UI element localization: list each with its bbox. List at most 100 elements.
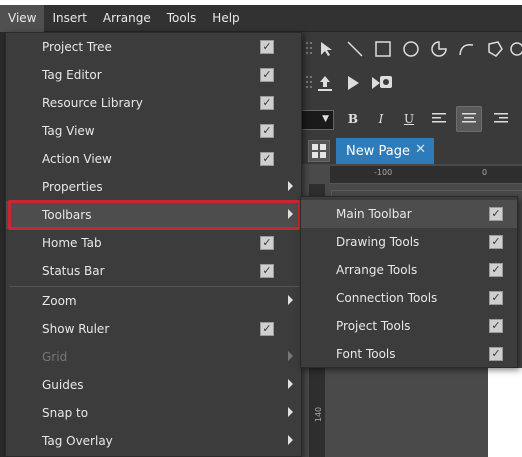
ruler-label: 140 — [314, 406, 324, 423]
circle-tool-icon[interactable] — [402, 40, 420, 58]
align-center-button[interactable] — [456, 106, 482, 132]
checkbox-checked-icon[interactable]: ✓ — [260, 236, 274, 250]
menu-item-label: Connection Tools — [336, 291, 438, 305]
menu-item-label: Project Tools — [336, 319, 411, 333]
submenu-item-main-toolbar[interactable]: Main Toolbar ✓ — [301, 200, 517, 228]
polygon-tool-icon[interactable] — [486, 40, 504, 58]
submenu-arrow-icon — [288, 407, 293, 417]
drawing-toolbar — [300, 32, 522, 66]
underline-button[interactable]: U — [396, 106, 422, 132]
bold-button[interactable]: B — [340, 106, 366, 132]
align-right-icon[interactable] — [492, 112, 508, 126]
align-left-icon[interactable] — [432, 112, 448, 126]
checkbox-checked-icon[interactable]: ✓ — [260, 264, 274, 278]
checkbox-checked-icon[interactable]: ✓ — [260, 68, 274, 82]
submenu-arrow-icon — [288, 435, 293, 445]
menu-item-label: Show Ruler — [42, 322, 110, 336]
menu-item-snap-to[interactable]: Snap to — [6, 399, 301, 427]
rectangle-tool-icon[interactable] — [374, 40, 392, 58]
checkbox-checked-icon[interactable]: ✓ — [260, 322, 274, 336]
horizontal-ruler: -100 0 — [330, 166, 522, 184]
menu-item-tag-view[interactable]: Tag View ✓ — [6, 117, 301, 145]
menu-item-home-tab[interactable]: Home Tab ✓ — [6, 229, 301, 257]
menu-item-label: Tag Overlay — [42, 434, 113, 448]
menu-insert[interactable]: Insert — [44, 5, 94, 32]
toolbars-submenu: Main Toolbar ✓ Drawing Tools ✓ Arrange T… — [300, 196, 518, 368]
menu-help[interactable]: Help — [204, 5, 247, 32]
font-color-picker[interactable]: ▼ — [300, 110, 334, 130]
run-remote-icon[interactable] — [370, 74, 394, 92]
submenu-item-project-tools[interactable]: Project Tools ✓ — [301, 312, 517, 340]
close-icon[interactable]: ✕ — [415, 142, 426, 157]
submenu-arrow-icon — [288, 379, 293, 389]
menu-item-tag-overlay[interactable]: Tag Overlay — [6, 427, 301, 455]
checkbox-checked-icon[interactable]: ✓ — [489, 235, 503, 249]
menu-item-label: Action View — [42, 152, 112, 166]
highlight-annotation-box — [8, 200, 301, 230]
menu-item-label: Arrange Tools — [336, 263, 418, 277]
menu-item-guides[interactable]: Guides — [6, 371, 301, 399]
checkbox-checked-icon[interactable]: ✓ — [489, 291, 503, 305]
checkbox-checked-icon[interactable]: ✓ — [260, 124, 274, 138]
arc-tool-icon[interactable] — [458, 40, 476, 58]
menu-item-label: Snap to — [42, 406, 89, 420]
page-canvas[interactable] — [488, 368, 522, 457]
menu-item-action-view[interactable]: Action View ✓ — [6, 145, 301, 173]
submenu-arrow-icon — [288, 351, 293, 361]
menu-item-label: Properties — [42, 180, 103, 194]
line-tool-icon[interactable] — [346, 40, 364, 58]
checkbox-checked-icon[interactable]: ✓ — [489, 207, 503, 221]
menu-item-zoom[interactable]: Zoom — [6, 287, 301, 315]
menu-item-properties[interactable]: Properties — [6, 173, 301, 201]
checkbox-checked-icon[interactable]: ✓ — [260, 152, 274, 166]
submenu-arrow-icon — [288, 295, 293, 305]
menu-item-project-tree[interactable]: Project Tree ✓ — [6, 33, 301, 61]
menu-item-label: Tag View — [42, 124, 95, 138]
menu-item-label: Font Tools — [336, 347, 396, 361]
checkbox-checked-icon[interactable]: ✓ — [489, 263, 503, 277]
menu-item-label: Home Tab — [42, 236, 102, 250]
checkbox-checked-icon[interactable]: ✓ — [489, 319, 503, 333]
pointer-icon[interactable] — [318, 40, 336, 58]
menu-tools[interactable]: Tools — [159, 5, 205, 32]
menu-item-show-ruler[interactable]: Show Ruler ✓ — [6, 315, 301, 343]
menu-item-tag-editor[interactable]: Tag Editor ✓ — [6, 61, 301, 89]
menu-item-label: Project Tree — [42, 40, 112, 54]
menu-bar: View Insert Arrange Tools Help — [0, 4, 522, 32]
menu-arrange[interactable]: Arrange — [95, 5, 159, 32]
menu-view[interactable]: View — [0, 4, 45, 32]
checkbox-checked-icon[interactable]: ✓ — [489, 347, 503, 361]
submenu-arrow-icon — [288, 181, 293, 191]
checkbox-checked-icon[interactable]: ✓ — [260, 96, 274, 110]
run-icon[interactable] — [344, 74, 362, 92]
menu-item-resource-library[interactable]: Resource Library ✓ — [6, 89, 301, 117]
project-toolbar — [300, 66, 522, 100]
upload-icon[interactable] — [316, 74, 334, 92]
page-tab-bar: New Page ✕ — [300, 136, 522, 164]
tab-label: New Page — [346, 143, 410, 159]
menu-item-grid: Grid — [6, 343, 301, 371]
ruler-label: 0 — [482, 168, 488, 177]
menu-item-label: Drawing Tools — [336, 235, 420, 249]
menu-item-label: Guides — [42, 378, 84, 392]
menu-item-label: Tag Editor — [42, 68, 102, 82]
submenu-item-drawing-tools[interactable]: Drawing Tools ✓ — [301, 228, 517, 256]
grid-view-button[interactable] — [308, 140, 330, 162]
menu-item-label: Main Toolbar — [336, 207, 412, 221]
shape-tool-icon[interactable] — [508, 40, 522, 58]
submenu-item-font-tools[interactable]: Font Tools ✓ — [301, 340, 517, 368]
pie-tool-icon[interactable] — [430, 40, 448, 58]
menu-item-label: Zoom — [42, 294, 77, 308]
submenu-item-connection-tools[interactable]: Connection Tools ✓ — [301, 284, 517, 312]
view-menu: Project Tree ✓ Tag Editor ✓ Resource Lib… — [5, 32, 302, 457]
menu-item-label: Status Bar — [42, 264, 105, 278]
italic-button[interactable]: I — [368, 106, 394, 132]
checkbox-checked-icon[interactable]: ✓ — [260, 40, 274, 54]
menu-item-label: Grid — [42, 350, 68, 364]
ruler-label: -100 — [374, 168, 393, 177]
tab-new-page[interactable]: New Page ✕ — [336, 138, 434, 164]
menu-item-label: Resource Library — [42, 96, 143, 110]
dropdown-arrow-icon: ▼ — [322, 114, 329, 124]
menu-item-status-bar[interactable]: Status Bar ✓ — [6, 257, 301, 285]
submenu-item-arrange-tools[interactable]: Arrange Tools ✓ — [301, 256, 517, 284]
